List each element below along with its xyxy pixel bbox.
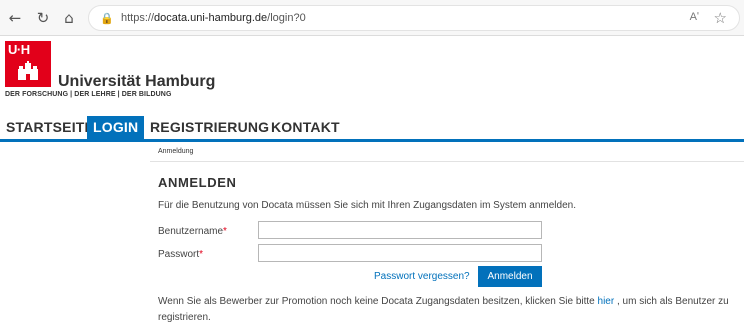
login-button[interactable]: Anmelden	[478, 266, 542, 287]
breadcrumb-item: Anmeldung	[158, 148, 194, 155]
password-label: Passwort*	[158, 249, 203, 260]
username-field[interactable]	[258, 221, 542, 239]
forgot-password-link[interactable]: Passwort vergessen?	[374, 271, 470, 282]
registration-hint-text: Wenn Sie als Bewerber zur Promotion noch…	[158, 296, 598, 307]
main-content: Anmeldung ANMELDEN Für die Benutzung von…	[150, 145, 744, 324]
breadcrumb: Anmeldung	[150, 145, 744, 162]
required-mark: *	[223, 226, 227, 237]
registration-link[interactable]: hier	[598, 296, 615, 307]
page-title: ANMELDEN	[158, 175, 237, 190]
home-icon[interactable]: ⌂	[60, 9, 78, 27]
castle-icon	[18, 61, 38, 80]
star-icon[interactable]: ☆	[714, 9, 727, 27]
nav-item-registrierung[interactable]: REGISTRIERUNG	[150, 116, 269, 139]
lock-icon[interactable]: 🔒	[99, 11, 115, 27]
read-aloud-icon[interactable]: Aʹ	[690, 11, 699, 23]
nav-item-login[interactable]: LOGIN	[87, 116, 145, 139]
nav-item-kontakt[interactable]: KONTAKT	[271, 116, 340, 139]
back-arrow-icon[interactable]: ←	[6, 9, 24, 27]
logo-letters: U·H	[8, 42, 30, 57]
username-label-text: Benutzername	[158, 226, 224, 237]
url-text[interactable]: https://docata.uni-hamburg.de/login?0	[121, 12, 306, 24]
university-tagline: DER FORSCHUNG | DER LEHRE | DER BILDUNG	[5, 91, 172, 98]
password-label-text: Passwort	[158, 249, 200, 260]
main-nav: STARTSEITE LOGIN REGISTRIERUNG KONTAKT	[0, 116, 744, 142]
username-label: Benutzername*	[158, 226, 227, 237]
nav-item-startseite[interactable]: STARTSEITE	[6, 116, 94, 139]
password-field[interactable]	[258, 244, 542, 262]
intro-text: Für die Benutzung von Docata müssen Sie …	[158, 200, 576, 211]
reload-icon[interactable]: ↻	[34, 9, 52, 27]
logo-mark: U·H	[5, 41, 51, 87]
url-path: /login?0	[267, 12, 306, 24]
address-bar[interactable]: 🔒 https://docata.uni-hamburg.de/login?0 …	[88, 5, 740, 31]
registration-hint: Wenn Sie als Bewerber zur Promotion noch…	[158, 294, 742, 324]
required-mark: *	[199, 249, 204, 260]
url-prefix: https://	[121, 12, 155, 24]
university-name: Universität Hamburg	[58, 73, 216, 90]
url-host: docata.uni-hamburg.de	[154, 12, 268, 24]
browser-toolbar: ← ↻ ⌂ 🔒 https://docata.uni-hamburg.de/lo…	[0, 0, 744, 36]
